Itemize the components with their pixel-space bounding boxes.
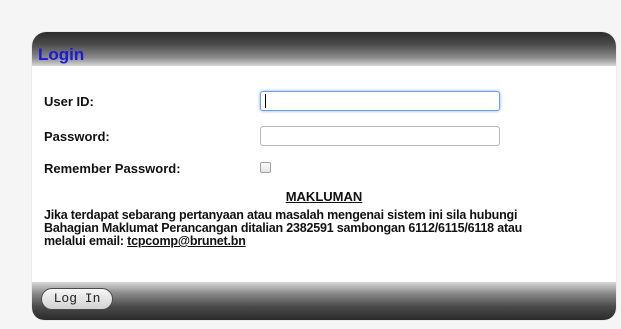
- remember-password-label: Remember Password:: [44, 161, 181, 176]
- notice-title: MAKLUMAN: [285, 189, 363, 204]
- password-label: Password:: [44, 129, 110, 144]
- notice-line-3: melalui email: tcpcomp@brunet.bn: [44, 235, 612, 248]
- user-id-label: User ID:: [44, 94, 94, 109]
- text-caret: [265, 94, 266, 108]
- email-link[interactable]: tcpcomp@brunet.bn: [127, 234, 246, 248]
- login-title: Login: [38, 45, 85, 64]
- remember-password-checkbox[interactable]: [260, 162, 271, 173]
- login-header: Login: [32, 32, 616, 66]
- notice-email-prefix: melalui email:: [44, 234, 128, 248]
- log-in-button[interactable]: Log In: [41, 288, 113, 310]
- login-panel: Login User ID: Password: Remember Passwo…: [32, 32, 616, 320]
- notice-text: Jika terdapat sebarang pertanyaan atau m…: [44, 209, 612, 248]
- user-id-input[interactable]: [260, 91, 500, 111]
- login-footer: Log In: [32, 282, 616, 320]
- password-input[interactable]: [260, 126, 500, 146]
